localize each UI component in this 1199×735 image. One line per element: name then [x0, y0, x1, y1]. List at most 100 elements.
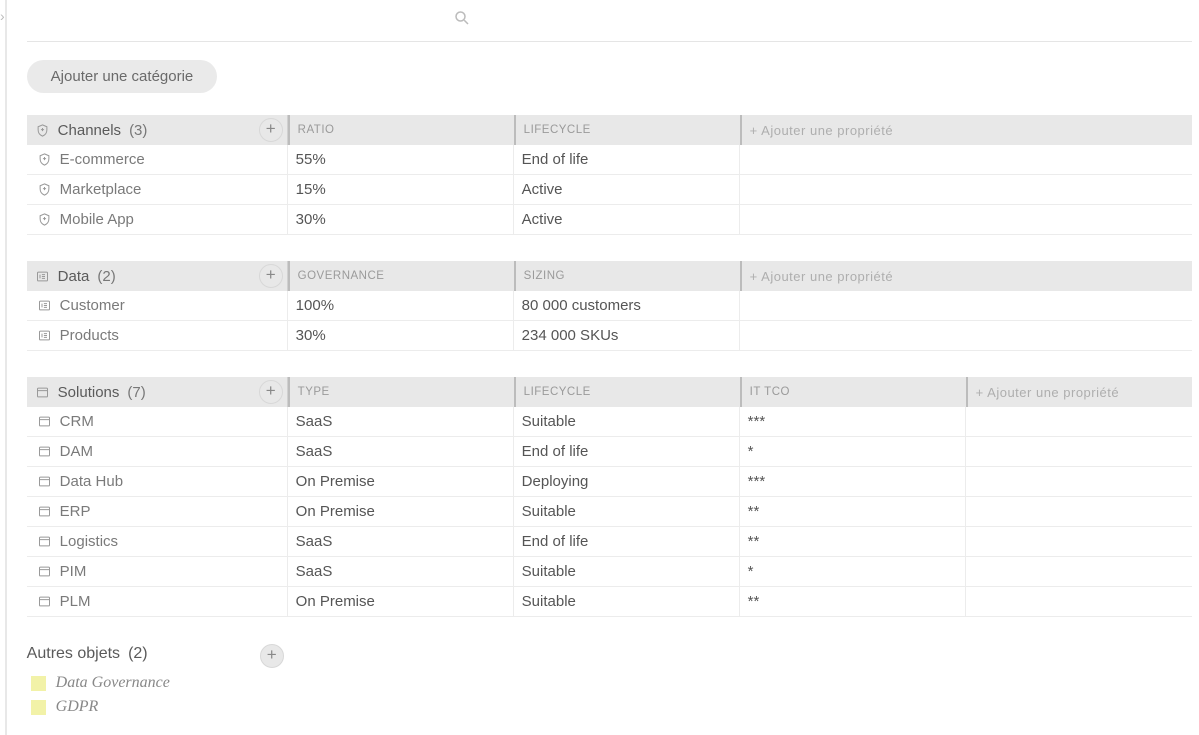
cell-value[interactable]: On Premise [288, 497, 514, 526]
category-count: (3) [129, 122, 147, 139]
table-row[interactable]: Marketplace15%Active [27, 175, 1192, 205]
column-header[interactable]: IT TCO [740, 377, 966, 407]
cell-value[interactable]: SaaS [288, 527, 514, 556]
row-name: Products [60, 327, 119, 344]
window-icon [37, 414, 52, 429]
other-item[interactable]: GDPR [27, 695, 1199, 719]
row-name: PLM [60, 593, 91, 610]
add-item-button[interactable]: + [259, 118, 283, 142]
row-name: Data Hub [60, 473, 123, 490]
category-header[interactable]: Channels (3) + [27, 115, 288, 145]
row-name: DAM [60, 443, 93, 460]
other-item-label: Data Governance [56, 674, 170, 692]
window-icon [37, 504, 52, 519]
cell-value[interactable]: Suitable [514, 557, 740, 586]
add-property-button[interactable]: + Ajouter une propriété [966, 377, 1192, 407]
cell-value[interactable]: End of life [514, 437, 740, 466]
id-card-icon [35, 269, 50, 284]
cell-value[interactable]: 100% [288, 291, 514, 320]
window-icon [37, 594, 52, 609]
cell-value[interactable]: ** [740, 527, 966, 556]
table-row[interactable]: DAM SaaSEnd of life* [27, 437, 1192, 467]
column-header[interactable]: SIZING [514, 261, 740, 291]
category-name: Solutions [58, 384, 120, 401]
cell-value[interactable]: * [740, 557, 966, 586]
window-icon [37, 564, 52, 579]
cell-value[interactable]: * [740, 437, 966, 466]
add-item-button[interactable]: + [259, 380, 283, 404]
cell-value[interactable]: On Premise [288, 587, 514, 616]
cell-value[interactable]: ** [740, 497, 966, 526]
cell-value[interactable]: On Premise [288, 467, 514, 496]
category-count: (2) [97, 268, 115, 285]
cell-value[interactable]: 30% [288, 321, 514, 350]
category-count: (7) [127, 384, 145, 401]
row-name: CRM [60, 413, 94, 430]
table-row[interactable]: PIM SaaSSuitable* [27, 557, 1192, 587]
other-objects-title: Autres objets [27, 645, 120, 663]
other-item[interactable]: Data Governance [27, 671, 1199, 695]
window-icon [37, 474, 52, 489]
search-row [27, 0, 1192, 42]
category-name: Data [58, 268, 90, 285]
note-swatch-icon [31, 676, 46, 691]
cell-value[interactable]: 55% [288, 145, 514, 174]
table-row[interactable]: Mobile App30%Active [27, 205, 1192, 235]
add-category-button[interactable]: Ajouter une catégorie [27, 60, 218, 93]
cell-value[interactable]: SaaS [288, 407, 514, 436]
cell-value[interactable]: 15% [288, 175, 514, 204]
table-row[interactable]: E-commerce 55%End of life [27, 145, 1192, 175]
other-objects-header: Autres objets (2) + [27, 645, 288, 663]
id-card-icon [37, 298, 52, 313]
category-header[interactable]: Solutions (7) + [27, 377, 288, 407]
cell-value[interactable]: Deploying [514, 467, 740, 496]
table-row[interactable]: Products 30%234 000 SKUs [27, 321, 1192, 351]
add-item-button[interactable]: + [259, 264, 283, 288]
table-row[interactable]: PLM On PremiseSuitable** [27, 587, 1192, 617]
column-header[interactable]: LIFECYCLE [514, 115, 740, 145]
add-property-button[interactable]: + Ajouter une propriété [740, 261, 1192, 291]
window-icon [37, 444, 52, 459]
column-header[interactable]: LIFECYCLE [514, 377, 740, 407]
category-header[interactable]: Data (2) + [27, 261, 288, 291]
row-name: ERP [60, 503, 91, 520]
add-other-button[interactable]: + [260, 644, 284, 668]
table-row[interactable]: CRM SaaSSuitable*** [27, 407, 1192, 437]
cell-value[interactable]: 234 000 SKUs [514, 321, 740, 350]
column-header[interactable]: RATIO [288, 115, 514, 145]
cell-value[interactable]: End of life [514, 145, 740, 174]
cell-value[interactable]: Active [514, 175, 740, 204]
cell-value[interactable]: *** [740, 467, 966, 496]
cell-value[interactable]: ** [740, 587, 966, 616]
add-property-button[interactable]: + Ajouter une propriété [740, 115, 1192, 145]
other-objects-count: (2) [128, 645, 148, 663]
shield-icon [37, 212, 52, 227]
search-icon[interactable] [453, 9, 471, 32]
row-name: PIM [60, 563, 87, 580]
cell-value[interactable]: *** [740, 407, 966, 436]
cell-value[interactable]: SaaS [288, 437, 514, 466]
cell-value[interactable]: Suitable [514, 497, 740, 526]
row-name: E-commerce [60, 151, 145, 168]
table-row[interactable]: ERP On PremiseSuitable** [27, 497, 1192, 527]
table-row[interactable]: Customer 100%80 000 customers [27, 291, 1192, 321]
search-input[interactable] [27, 13, 447, 29]
cell-value[interactable]: Suitable [514, 587, 740, 616]
cell-value[interactable]: 80 000 customers [514, 291, 740, 320]
row-name: Logistics [60, 533, 118, 550]
column-header[interactable]: GOVERNANCE [288, 261, 514, 291]
row-name: Customer [60, 297, 125, 314]
window-icon [35, 385, 50, 400]
cell-value[interactable]: End of life [514, 527, 740, 556]
cell-value[interactable]: Active [514, 205, 740, 234]
table-row[interactable]: Data Hub On PremiseDeploying*** [27, 467, 1192, 497]
cell-value[interactable]: 30% [288, 205, 514, 234]
note-swatch-icon [31, 700, 46, 715]
table-row[interactable]: Logistics SaaSEnd of life** [27, 527, 1192, 557]
column-header[interactable]: TYPE [288, 377, 514, 407]
cell-value[interactable]: Suitable [514, 407, 740, 436]
shield-icon [37, 152, 52, 167]
cell-value[interactable]: SaaS [288, 557, 514, 586]
id-card-icon [37, 328, 52, 343]
category-name: Channels [58, 122, 121, 139]
